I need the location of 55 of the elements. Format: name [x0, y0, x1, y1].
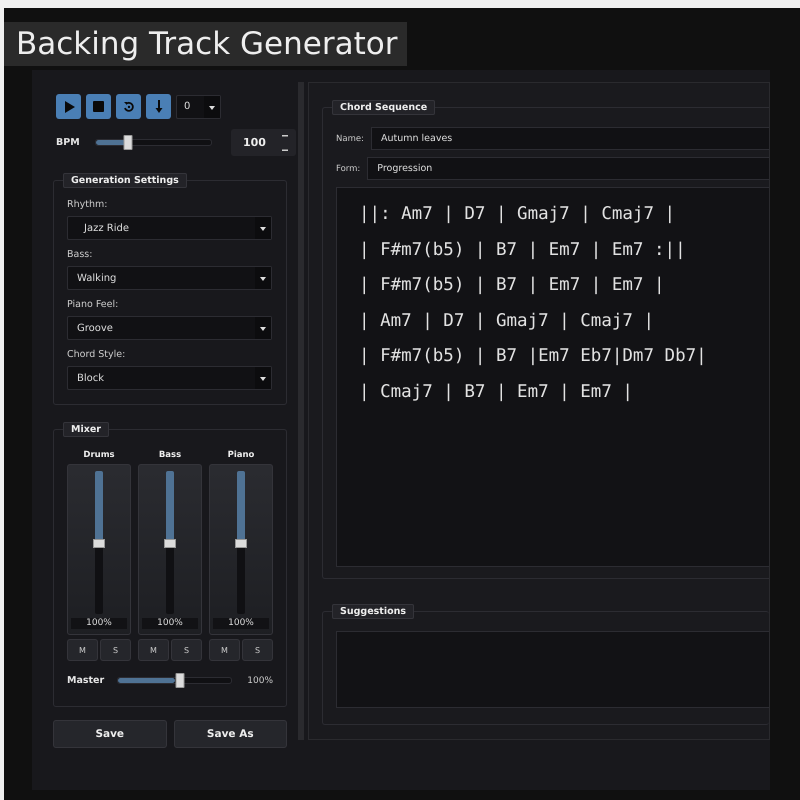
dropdown[interactable]: Walking — [67, 266, 272, 290]
master-label: Master — [67, 675, 104, 686]
channel-name: Drums — [83, 450, 115, 460]
field-label: Rhythm: — [67, 199, 108, 210]
bpm-spinbox[interactable]: 100 — [230, 129, 296, 156]
field-label: Chord Style: — [67, 349, 126, 360]
solo-button[interactable]: S — [100, 639, 131, 661]
master-reading: 100% — [247, 676, 273, 686]
stop-icon — [93, 101, 104, 112]
chord-line: | Am7 | D7 | Gmaj7 | Cmaj7 | — [359, 310, 654, 332]
volume-reading: 100% — [71, 618, 127, 629]
save-as-button[interactable]: Save As — [174, 720, 287, 748]
solo-button[interactable]: S — [171, 639, 202, 661]
dropdown[interactable]: Jazz Ride — [67, 216, 272, 240]
chord-line: ||: Am7 | D7 | Gmaj7 | Cmaj7 | — [359, 203, 676, 226]
download-button[interactable] — [146, 94, 171, 119]
chord-line: | F#m7(b5) | B7 |Em7 Eb7|Dm7 Db7| — [359, 345, 707, 368]
volume-fader[interactable] — [95, 471, 103, 614]
down-arrow-icon — [154, 100, 162, 113]
mute-button[interactable]: M — [138, 639, 169, 661]
loop-button[interactable] — [116, 94, 141, 119]
volume-reading: 100% — [142, 618, 198, 629]
group-title: Generation Settings — [63, 173, 187, 188]
save-button[interactable]: Save — [53, 720, 166, 748]
field-label: Piano Feel: — [67, 299, 120, 310]
channel-name: Piano — [228, 450, 254, 460]
volume-fader[interactable] — [166, 471, 174, 614]
mute-button[interactable]: M — [67, 639, 98, 661]
group-title: Mixer — [63, 422, 109, 437]
field-label: Bass: — [67, 249, 94, 260]
page-title: Backing Track Generator — [4, 22, 408, 66]
play-icon — [62, 100, 74, 112]
chord-editor[interactable]: ||: Am7 | D7 | Gmaj7 | Cmaj7 | | F#m7(b5) | B7 | Em7 | Em7 :|| | F#m7(b5) | B7 | Em7 | Em7 | | Am7 | D7 | Gmaj7 | Cmaj7 | | F#m7(b5) | B7 |Em7 Eb7|Dm7 Db7| | Cmaj7 | B7 | Em7 | Em7 | — [336, 187, 769, 567]
chord-line: | F#m7(b5) | B7 | Em7 | Em7 :|| — [359, 238, 686, 262]
form-label: Form: — [336, 164, 360, 174]
volume-fader[interactable] — [237, 471, 245, 614]
spin-arrows-icon[interactable] — [282, 134, 288, 152]
form-field[interactable]: Progression — [367, 157, 769, 180]
group-title: Chord Sequence — [332, 100, 436, 115]
group-title: Suggestions — [332, 604, 414, 619]
count-dropdown[interactable]: 0 — [176, 94, 221, 118]
name-field[interactable]: Autumn leaves — [370, 127, 769, 150]
stop-button[interactable] — [86, 94, 111, 119]
dropdown[interactable]: Block — [67, 366, 272, 390]
play-button[interactable] — [56, 94, 81, 119]
mute-button[interactable]: M — [209, 639, 240, 661]
chord-line: | F#m7(b5) | B7 | Em7 | Em7 | — [359, 274, 665, 297]
chord-line: | Cmaj7 | B7 | Em7 | Em7 | — [359, 380, 633, 404]
channel-name: Bass — [158, 450, 182, 460]
loop-icon — [122, 100, 134, 112]
dropdown[interactable]: Groove — [67, 316, 272, 340]
bpm-label: BPM — [56, 137, 80, 148]
name-label: Name: — [336, 134, 364, 144]
solo-button[interactable]: S — [242, 639, 273, 661]
volume-reading: 100% — [213, 618, 269, 629]
